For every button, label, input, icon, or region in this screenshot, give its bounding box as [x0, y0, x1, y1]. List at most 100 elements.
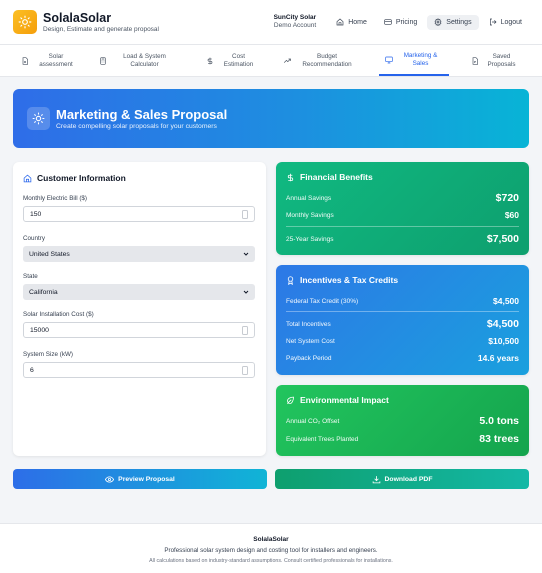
- country-label: Country: [23, 235, 46, 242]
- financial-title-text: Financial Benefits: [300, 172, 373, 182]
- brand-subtitle: Design, Estimate and generate proposal: [43, 25, 159, 33]
- sun-icon[interactable]: [13, 10, 37, 34]
- co2-offset-label: Annual CO₂ Offset: [286, 417, 340, 425]
- state-label: State: [23, 273, 38, 280]
- nav-pricing-button[interactable]: Pricing: [377, 15, 424, 30]
- environmental-impact-card: Environmental Impact Annual CO₂ Offset 5…: [276, 385, 529, 456]
- tab-budget-recommendation[interactable]: Budget Recommendation: [280, 45, 360, 76]
- customer-info-title: Customer Information: [23, 173, 256, 183]
- state-select[interactable]: California: [23, 284, 255, 300]
- incentives-title: Incentives & Tax Credits: [286, 275, 519, 285]
- account-role: Demo Account: [273, 22, 317, 29]
- nav-home-button[interactable]: Home: [329, 15, 374, 30]
- page-subtitle: Create compelling solar proposals for yo…: [56, 123, 217, 130]
- total-incentives-value: $4,500: [486, 318, 519, 330]
- cost-label: Solar Installation Cost ($): [23, 311, 94, 318]
- document-icon: [22, 56, 28, 65]
- home-icon: [336, 18, 344, 26]
- net-system-cost-row: Net System Cost $10,500: [286, 336, 519, 346]
- dollar-icon: [287, 173, 294, 181]
- federal-tax-credit-value: $4,500: [493, 296, 519, 306]
- monthly-savings-row: Monthly Savings $60: [286, 210, 519, 220]
- monthly-bill-input[interactable]: 150: [23, 206, 255, 222]
- download-icon: [372, 475, 380, 483]
- preview-proposal-button[interactable]: Preview Proposal: [13, 469, 267, 489]
- tab-solar-assessment[interactable]: Solar assessment: [12, 45, 87, 76]
- 25-year-savings-value: $7,500: [486, 233, 519, 245]
- page-footer: SolalaSolar Professional solar system de…: [0, 523, 542, 573]
- spinner-icon[interactable]: [242, 210, 248, 219]
- monthly-savings-value: $60: [504, 210, 519, 220]
- tab-label: Marketing & Sales: [403, 51, 438, 67]
- trend-icon: [283, 58, 291, 63]
- footer-title: SolalaSolar: [253, 536, 289, 543]
- tab-marketing-sales[interactable]: Marketing & Sales: [379, 45, 449, 76]
- net-system-cost-label: Net System Cost: [286, 337, 335, 345]
- nav-logout-label: Logout: [500, 18, 522, 26]
- installation-cost-value: 15000: [30, 326, 49, 334]
- home-icon: [23, 174, 32, 182]
- installation-cost-input[interactable]: 15000: [23, 322, 255, 338]
- nav-settings-button[interactable]: Settings: [427, 14, 479, 30]
- total-incentives-row: Total Incentives $4,500: [286, 318, 519, 330]
- divider: [286, 226, 519, 227]
- tab-label: Solar assessment: [39, 52, 73, 68]
- net-system-cost-value: $10,500: [488, 336, 519, 346]
- download-pdf-label: Download PDF: [384, 475, 433, 483]
- co2-offset-row: Annual CO₂ Offset 5.0 tons: [286, 415, 519, 427]
- divider: [286, 311, 519, 312]
- leaf-icon: [287, 396, 294, 404]
- federal-tax-credit-label: Federal Tax Credit (30%): [286, 297, 359, 305]
- incentives-card: Incentives & Tax Credits Federal Tax Cre…: [276, 265, 529, 375]
- environment-title-text: Environmental Impact: [300, 395, 389, 405]
- nav-pricing-label: Pricing: [395, 18, 418, 26]
- tab-label: Cost Estimation: [223, 52, 254, 68]
- trees-planted-value: 83 trees: [479, 433, 519, 445]
- award-icon: [287, 275, 294, 285]
- nav-settings-label: Settings: [446, 18, 472, 26]
- nav-logout-button[interactable]: Logout: [482, 15, 529, 30]
- app-header: SolalaSolar Design, Estimate and generat…: [0, 0, 542, 44]
- tab-cost-estimation[interactable]: Cost Estimation: [202, 45, 262, 76]
- state-value: California: [29, 288, 58, 296]
- tab-saved-proposals[interactable]: Saved Proposals: [465, 45, 525, 76]
- account-info: SunCity Solar Demo Account: [274, 14, 317, 31]
- calculator-icon: [100, 56, 106, 65]
- country-value: United States: [29, 250, 70, 258]
- brand: SolalaSolar Design, Estimate and generat…: [43, 11, 159, 33]
- total-incentives-label: Total Incentives: [286, 320, 331, 328]
- customer-info-card: Customer Information Monthly Electric Bi…: [13, 162, 266, 456]
- chevron-down-icon: [243, 290, 249, 294]
- card-icon: [384, 19, 392, 25]
- system-size-value: 6: [30, 366, 34, 374]
- trees-planted-label: Equivalent Trees Planted: [286, 435, 359, 443]
- file-icon: [472, 56, 478, 65]
- eye-icon: [105, 475, 115, 483]
- download-pdf-button[interactable]: Download PDF: [275, 469, 529, 489]
- annual-savings-label: Annual Savings: [286, 194, 332, 202]
- country-select[interactable]: United States: [23, 246, 255, 262]
- tab-load-system-calculator[interactable]: Load & System Calculator: [98, 45, 178, 76]
- monthly-savings-label: Monthly Savings: [286, 211, 334, 219]
- trees-planted-row: Equivalent Trees Planted 83 trees: [286, 433, 519, 445]
- 25-year-savings-row: 25-Year Savings $7,500: [286, 233, 519, 245]
- nav-home-label: Home: [348, 18, 367, 26]
- footer-note: All calculations based on industry-stand…: [149, 558, 393, 564]
- payback-period-row: Payback Period 14.6 years: [286, 353, 519, 363]
- customer-info-title-text: Customer Information: [37, 173, 126, 183]
- annual-savings-row: Annual Savings $720: [286, 192, 519, 204]
- spinner-icon[interactable]: [242, 326, 248, 335]
- system-size-input[interactable]: 6: [23, 362, 255, 378]
- page-title: Marketing & Sales Proposal: [56, 107, 228, 122]
- dollar-icon: [207, 57, 212, 64]
- 25-year-savings-label: 25-Year Savings: [286, 235, 334, 243]
- logout-icon: [489, 18, 497, 26]
- monthly-bill-value: 150: [30, 210, 42, 218]
- bill-label: Monthly Electric Bill ($): [23, 195, 88, 202]
- preview-proposal-label: Preview Proposal: [118, 475, 175, 483]
- spinner-icon[interactable]: [242, 366, 248, 375]
- chevron-down-icon: [243, 252, 249, 256]
- account-name: SunCity Solar: [273, 13, 317, 21]
- tab-label: Saved Proposals: [487, 52, 516, 68]
- page-banner: Marketing & Sales Proposal Create compel…: [13, 89, 529, 148]
